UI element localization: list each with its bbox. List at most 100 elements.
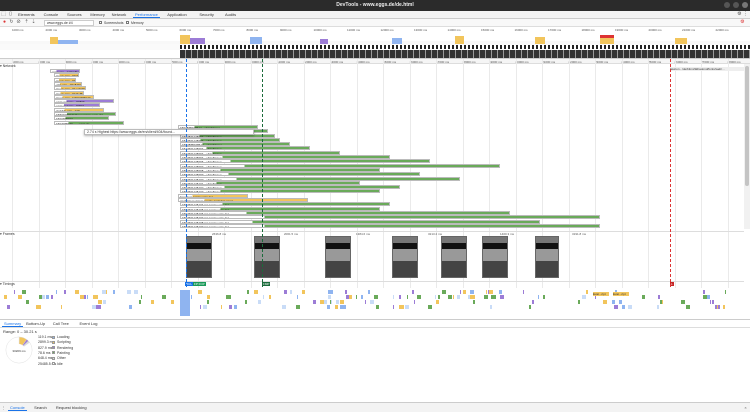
flame-block[interactable]	[258, 300, 262, 304]
network-section-toggle[interactable]: ▾ Network	[0, 64, 744, 68]
flame-block[interactable]	[302, 290, 305, 294]
flame-block[interactable]	[335, 305, 338, 309]
flame-block[interactable]	[269, 295, 272, 299]
frame-screenshot[interactable]	[325, 236, 351, 278]
frame-screenshot[interactable]	[254, 236, 280, 278]
flame-block[interactable]	[113, 290, 116, 294]
flame-block[interactable]	[6, 305, 11, 309]
drawer-tab-request-blocking[interactable]: Request blocking	[54, 405, 89, 411]
flame-block[interactable]	[585, 290, 588, 294]
evaluate-script-block[interactable]: Evat...ript	[593, 292, 609, 296]
flame-block[interactable]	[484, 295, 489, 299]
network-scrollbar[interactable]	[744, 64, 750, 229]
flame-block[interactable]	[51, 295, 54, 299]
flame-block[interactable]	[447, 295, 452, 299]
flame-block[interactable]	[198, 290, 203, 294]
flame-block[interactable]	[202, 305, 208, 309]
flame-block[interactable]	[702, 295, 708, 299]
flame-block[interactable]	[262, 295, 265, 299]
network-request-bar[interactable]: 1592601125109.jpg (www.eggs.de)	[180, 223, 600, 228]
flame-block[interactable]	[656, 305, 660, 309]
flame-block[interactable]	[296, 295, 298, 299]
flame-block[interactable]	[344, 290, 348, 294]
flame-block[interactable]	[4, 295, 7, 299]
flame-block[interactable]	[35, 305, 41, 309]
flame-block[interactable]	[86, 295, 89, 299]
flame-block[interactable]	[406, 295, 409, 299]
flame-block[interactable]	[207, 295, 210, 299]
flame-block[interactable]	[528, 305, 532, 309]
flame-block[interactable]	[21, 290, 26, 294]
flame-block[interactable]	[254, 290, 258, 294]
timing-marker[interactable]: FP FCP	[193, 282, 206, 286]
main-thread-flamechart[interactable]: Evat...ript Evat...ript	[0, 288, 744, 318]
flame-block[interactable]	[373, 295, 379, 299]
flame-block[interactable]	[686, 305, 691, 309]
flame-block[interactable]	[681, 300, 686, 304]
flame-block[interactable]	[295, 305, 300, 309]
flame-block[interactable]	[339, 300, 345, 304]
flame-block[interactable]	[498, 290, 502, 294]
flame-block[interactable]	[662, 300, 664, 304]
flame-block[interactable]	[537, 295, 539, 299]
flame-block[interactable]	[618, 300, 623, 304]
flame-block[interactable]	[336, 300, 339, 304]
drawer-menu-icon[interactable]: ⋮	[1, 405, 6, 410]
flame-block[interactable]	[97, 300, 103, 304]
flame-block[interactable]	[247, 290, 249, 294]
flame-block[interactable]	[456, 295, 460, 299]
flame-block[interactable]	[485, 290, 487, 294]
frame-screenshot[interactable]	[482, 236, 508, 278]
minimize-button[interactable]	[724, 2, 730, 8]
download-profile-icon[interactable]: ⇣	[31, 20, 36, 25]
tab-performance[interactable]: Performance	[133, 12, 160, 18]
flame-block[interactable]	[18, 295, 22, 299]
flame-block[interactable]	[349, 295, 352, 299]
flame-block[interactable]	[413, 300, 416, 304]
flame-block[interactable]	[207, 300, 209, 304]
flame-block[interactable]	[578, 300, 580, 304]
flame-block[interactable]	[405, 305, 409, 309]
flame-block[interactable]	[460, 290, 462, 294]
flame-block[interactable]	[399, 295, 402, 299]
more-options-icon[interactable]: ⋮	[743, 12, 748, 17]
flame-block[interactable]	[330, 300, 332, 304]
flame-block[interactable]	[435, 295, 437, 299]
flame-block[interactable]	[375, 305, 380, 309]
flame-block[interactable]	[79, 295, 84, 299]
tab-security[interactable]: Security	[197, 12, 215, 18]
parse-html-block[interactable]	[180, 290, 190, 316]
tab-console[interactable]: Console	[42, 12, 61, 18]
evaluate-script-block[interactable]: Evat...ript	[613, 292, 629, 296]
flame-block[interactable]	[703, 290, 706, 294]
flame-block[interactable]	[312, 300, 317, 304]
flame-block[interactable]	[531, 300, 534, 304]
flame-block[interactable]	[60, 305, 63, 309]
flame-block[interactable]	[417, 295, 422, 299]
flame-block[interactable]	[225, 295, 231, 299]
screenshots-checkbox[interactable]	[99, 21, 102, 24]
flame-block[interactable]	[437, 295, 440, 299]
flame-block[interactable]	[327, 295, 331, 299]
flame-block[interactable]	[228, 305, 233, 309]
tab-network[interactable]: Network	[110, 12, 129, 18]
frame-screenshot[interactable]	[392, 236, 418, 278]
flame-block[interactable]	[127, 290, 132, 294]
flame-block[interactable]	[582, 295, 587, 299]
memory-checkbox[interactable]	[126, 21, 129, 24]
flame-block[interactable]	[628, 305, 632, 309]
flame-block[interactable]	[392, 295, 395, 299]
flame-block[interactable]	[64, 290, 66, 294]
flame-block[interactable]	[170, 300, 175, 304]
flame-block[interactable]	[399, 305, 404, 309]
flame-block[interactable]	[642, 295, 645, 299]
flame-block[interactable]	[133, 290, 139, 294]
flame-block[interactable]	[427, 305, 433, 309]
flame-block[interactable]	[469, 290, 475, 294]
flame-block[interactable]	[657, 295, 660, 299]
flame-block[interactable]	[442, 290, 447, 294]
maximize-button[interactable]	[733, 2, 739, 8]
flame-block[interactable]	[613, 305, 618, 309]
close-drawer-icon[interactable]: ×	[743, 405, 748, 410]
inspect-element-icon[interactable]: ⬚	[1, 12, 6, 17]
